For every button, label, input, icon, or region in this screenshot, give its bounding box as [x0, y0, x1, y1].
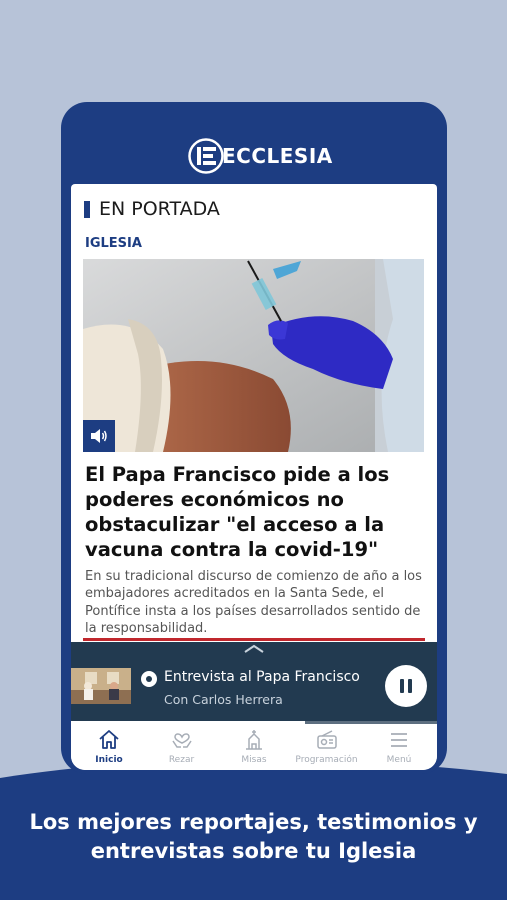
section-header: EN PORTADA	[84, 198, 220, 220]
speaker-icon	[91, 429, 107, 443]
app-logo-text: ECCLESIA	[222, 144, 333, 168]
promo-caption-line-2: entrevistas sobre tu Iglesia	[90, 839, 417, 863]
article-category[interactable]: IGLESIA	[85, 236, 142, 251]
listen-article-button[interactable]	[83, 420, 115, 452]
vaccine-photo	[83, 259, 424, 452]
tab-label: Menú	[386, 755, 412, 765]
tab-menu[interactable]: Menú	[365, 724, 433, 770]
article-image[interactable]	[83, 259, 424, 452]
tab-inicio[interactable]: Inicio	[75, 724, 143, 770]
tab-label: Inicio	[95, 755, 123, 765]
tab-programacion[interactable]: Programación	[293, 724, 361, 770]
bottom-tab-bar: Inicio Rezar Misas Programación Menú	[71, 724, 437, 770]
menu-icon	[391, 733, 407, 747]
section-marker	[84, 200, 90, 218]
tab-label: Misas	[241, 755, 267, 765]
section-title: EN PORTADA	[99, 198, 220, 220]
pray-hands-icon	[171, 733, 192, 748]
pause-icon	[400, 679, 404, 693]
church-icon	[246, 730, 262, 750]
player-subtitle: Con Carlos Herrera	[164, 692, 283, 707]
tab-misas[interactable]: Misas	[220, 724, 288, 770]
player-thumbnail	[71, 668, 131, 704]
home-icon	[99, 730, 119, 749]
accent-divider	[83, 638, 425, 641]
phone-frame: ECCLESIA EN PORTADA IGLESIA El Papa Fran…	[61, 102, 447, 774]
audio-player[interactable]: Entrevista al Papa Francisco Con Carlos …	[71, 642, 437, 724]
app-screen: EN PORTADA IGLESIA El Papa Francisco pid…	[71, 184, 437, 770]
tab-label: Programación	[295, 755, 358, 765]
pause-button[interactable]	[385, 665, 427, 707]
tab-label: Rezar	[168, 755, 195, 765]
player-title[interactable]: Entrevista al Papa Francisco	[164, 669, 360, 685]
tab-rezar[interactable]: Rezar	[148, 724, 216, 770]
ecclesia-logo-mark	[188, 138, 224, 174]
playing-indicator-icon	[141, 671, 157, 687]
chevron-up-icon[interactable]	[242, 644, 266, 654]
promo-caption: Los mejores reportajes, testimonios y en…	[0, 808, 507, 866]
radio-icon	[316, 730, 337, 749]
app-logo: ECCLESIA	[188, 136, 333, 176]
article-summary: En su tradicional discurso de comienzo d…	[85, 569, 422, 636]
article-headline[interactable]: El Papa Francisco pide a los poderes eco…	[85, 462, 425, 562]
promo-caption-line-1: Los mejores reportajes, testimonios y	[29, 810, 478, 834]
